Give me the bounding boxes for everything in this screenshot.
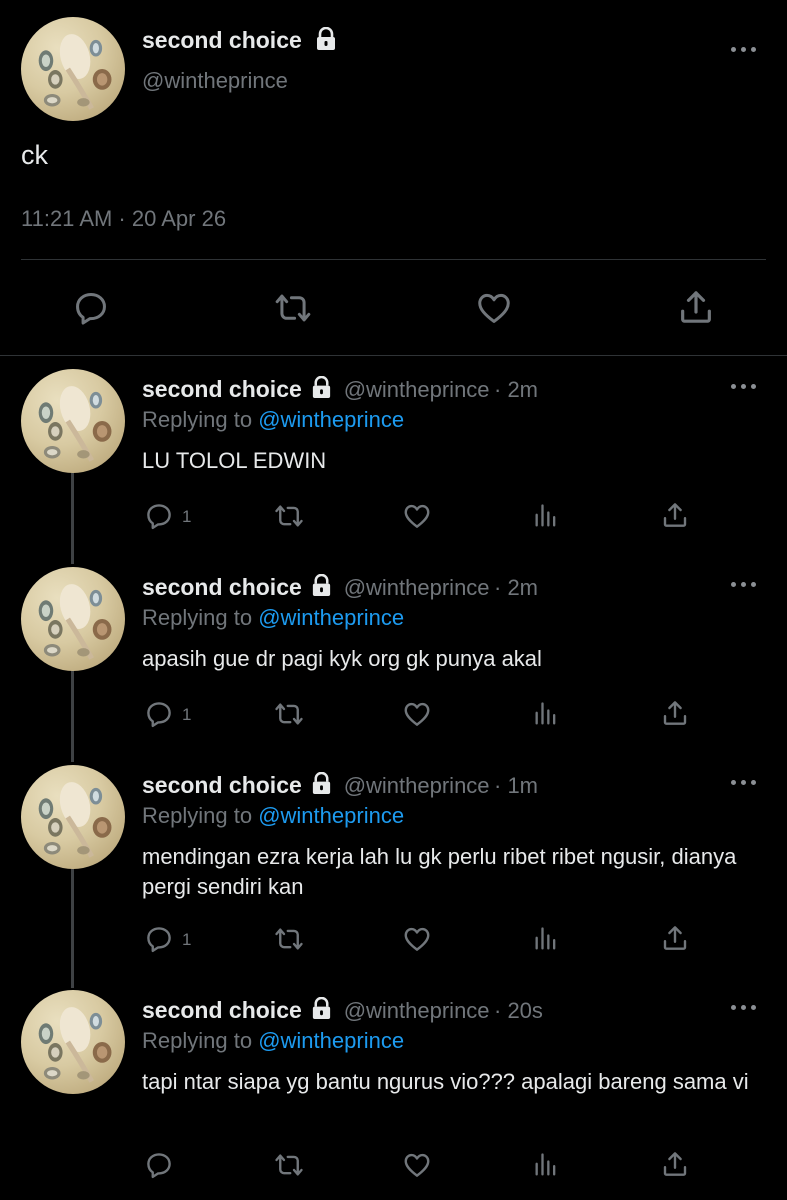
timestamp[interactable]: 11:21 AM · 20 Apr 26 bbox=[21, 206, 226, 232]
thread-line bbox=[71, 472, 74, 564]
share-icon[interactable] bbox=[660, 1149, 690, 1179]
tweet-text: ck bbox=[21, 140, 48, 170]
handle[interactable]: @wintheprince bbox=[344, 575, 490, 600]
replying-to: Replying to @wintheprince bbox=[142, 803, 404, 829]
share-icon[interactable] bbox=[660, 500, 690, 530]
more-options-icon[interactable] bbox=[731, 384, 757, 392]
reply-count: 1 bbox=[182, 705, 192, 724]
avatar-image bbox=[21, 369, 125, 473]
stats-icon[interactable] bbox=[532, 1151, 560, 1179]
avatar-image bbox=[21, 765, 125, 869]
lock-icon bbox=[310, 997, 333, 1020]
avatar-image bbox=[21, 990, 125, 1094]
replying-label: Replying to bbox=[142, 1028, 253, 1053]
handle[interactable]: @wintheprince bbox=[344, 377, 490, 402]
reply-icon[interactable] bbox=[144, 924, 174, 954]
reply-icon[interactable] bbox=[144, 501, 174, 531]
retweet-icon[interactable] bbox=[273, 289, 313, 327]
replying-handle-link[interactable]: @wintheprince bbox=[258, 1028, 404, 1053]
replying-label: Replying to bbox=[142, 605, 253, 630]
lock-icon bbox=[310, 376, 333, 399]
tweet-time[interactable]: · 2m bbox=[494, 377, 538, 402]
thread-line bbox=[71, 670, 74, 762]
reply-header: second choice @wintheprince · 1m bbox=[142, 772, 538, 799]
like-icon[interactable] bbox=[474, 289, 514, 327]
tweet-text: LU TOLOL EDWIN bbox=[142, 448, 327, 473]
reply-count: 1 bbox=[182, 507, 192, 526]
divider bbox=[0, 355, 787, 356]
avatar[interactable] bbox=[21, 17, 125, 121]
replying-handle-link[interactable]: @wintheprince bbox=[258, 605, 404, 630]
retweet-icon[interactable] bbox=[272, 501, 306, 531]
share-icon[interactable] bbox=[660, 698, 690, 728]
handle[interactable]: @wintheprince bbox=[344, 773, 490, 798]
lock-icon bbox=[310, 574, 333, 597]
replying-label: Replying to bbox=[142, 803, 253, 828]
thread-line bbox=[71, 868, 74, 988]
more-options-icon[interactable] bbox=[731, 1005, 757, 1013]
replying-handle-link[interactable]: @wintheprince bbox=[258, 407, 404, 432]
reply-header: second choice @wintheprince · 2m bbox=[142, 376, 538, 403]
avatar-image bbox=[21, 17, 125, 121]
retweet-icon[interactable] bbox=[272, 1150, 306, 1180]
divider bbox=[21, 259, 766, 260]
replying-handle-link[interactable]: @wintheprince bbox=[258, 803, 404, 828]
more-options-icon[interactable] bbox=[731, 582, 757, 590]
reply-count: 1 bbox=[182, 930, 192, 949]
share-icon[interactable] bbox=[676, 287, 716, 327]
like-icon[interactable] bbox=[401, 924, 433, 954]
tweet-text: mendingan ezra kerja lah lu gk perlu rib… bbox=[142, 844, 737, 899]
like-icon[interactable] bbox=[401, 699, 433, 729]
handle[interactable]: @wintheprince bbox=[142, 68, 288, 94]
stats-icon[interactable] bbox=[532, 925, 560, 953]
share-icon[interactable] bbox=[660, 923, 690, 953]
avatar[interactable] bbox=[21, 369, 125, 473]
lock-icon bbox=[314, 27, 338, 51]
tweet-time[interactable]: · 20s bbox=[494, 998, 543, 1023]
replying-to: Replying to @wintheprince bbox=[142, 407, 404, 433]
display-name[interactable]: second choice bbox=[142, 27, 302, 54]
like-icon[interactable] bbox=[401, 501, 433, 531]
more-options-icon[interactable] bbox=[731, 47, 757, 55]
retweet-icon[interactable] bbox=[272, 924, 306, 954]
reply-header: second choice @wintheprince · 20s bbox=[142, 997, 543, 1024]
tweet-text: tapi ntar siapa yg bantu ngurus vio??? a… bbox=[142, 1069, 749, 1094]
reply-icon[interactable] bbox=[72, 289, 110, 327]
display-name[interactable]: second choice bbox=[142, 997, 302, 1023]
avatar[interactable] bbox=[21, 765, 125, 869]
display-name[interactable]: second choice bbox=[142, 772, 302, 798]
tweet-time[interactable]: · 1m bbox=[494, 773, 538, 798]
reply-icon[interactable] bbox=[144, 699, 174, 729]
replying-to: Replying to @wintheprince bbox=[142, 1028, 404, 1054]
avatar[interactable] bbox=[21, 990, 125, 1094]
display-name[interactable]: second choice bbox=[142, 376, 302, 402]
avatar[interactable] bbox=[21, 567, 125, 671]
lock-icon bbox=[310, 772, 333, 795]
handle[interactable]: @wintheprince bbox=[344, 998, 490, 1023]
tweet-time[interactable]: · 2m bbox=[494, 575, 538, 600]
replying-label: Replying to bbox=[142, 407, 253, 432]
avatar-image bbox=[21, 567, 125, 671]
reply-icon[interactable] bbox=[144, 1150, 174, 1180]
reply-header: second choice @wintheprince · 2m bbox=[142, 574, 538, 601]
more-options-icon[interactable] bbox=[731, 780, 757, 788]
retweet-icon[interactable] bbox=[272, 699, 306, 729]
like-icon[interactable] bbox=[401, 1150, 433, 1180]
replying-to: Replying to @wintheprince bbox=[142, 605, 404, 631]
display-name[interactable]: second choice bbox=[142, 574, 302, 600]
tweet-text: apasih gue dr pagi kyk org gk punya akal bbox=[142, 646, 542, 671]
stats-icon[interactable] bbox=[532, 700, 560, 728]
stats-icon[interactable] bbox=[532, 502, 560, 530]
